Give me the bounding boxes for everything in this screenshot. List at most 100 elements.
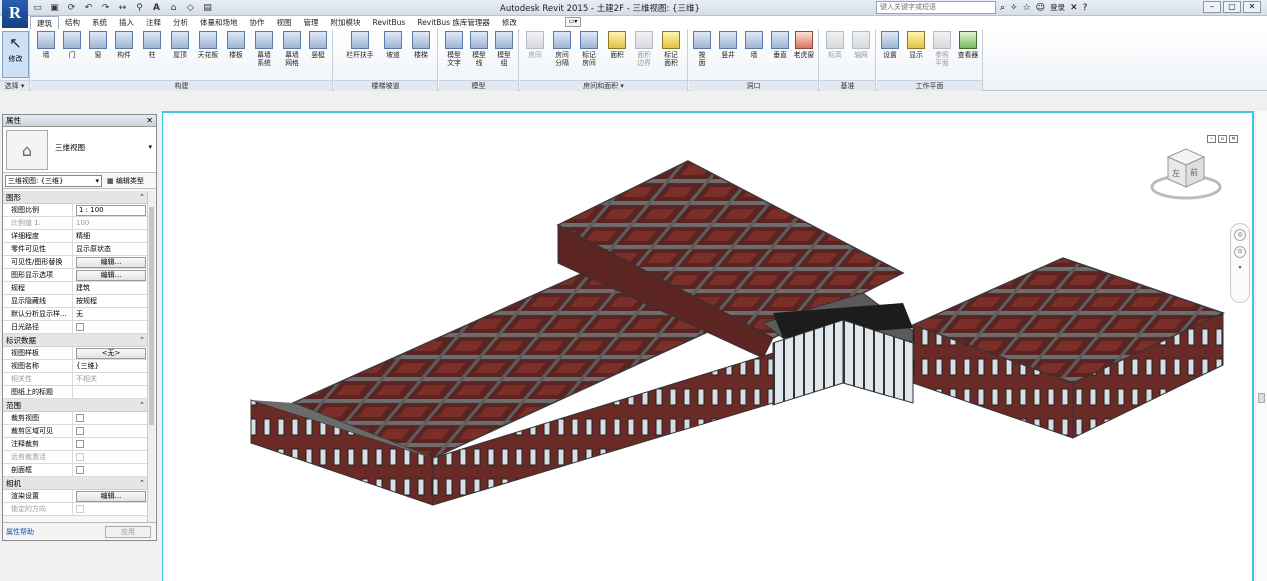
properties-scrollbar[interactable] (147, 191, 155, 522)
checkbox[interactable] (76, 323, 84, 331)
shaft-button[interactable]: 竖井 (715, 31, 741, 59)
area-button[interactable]: 面积 (604, 31, 630, 59)
close-icon[interactable]: ✕ (146, 115, 153, 127)
viewcube[interactable]: 左 前 (1148, 143, 1224, 203)
exchange-icon[interactable]: ✕ (1070, 3, 1078, 13)
checkbox[interactable] (76, 466, 84, 474)
wall-button[interactable]: 墙 (33, 31, 59, 59)
tab-annotate[interactable]: 注释 (140, 16, 167, 29)
property-value[interactable]: 建筑 (73, 282, 148, 294)
modify-button[interactable]: ↖ 修改 (2, 31, 29, 78)
tag-room-button[interactable]: 标记 房间 (576, 31, 602, 67)
tab-revitbus-library[interactable]: RevitBus 族库管理器 (411, 16, 496, 29)
set-workplane-button[interactable]: 设置 (877, 31, 903, 59)
property-value[interactable]: {三维} (73, 360, 148, 372)
tab-massing-site[interactable]: 体量和场地 (194, 16, 244, 29)
checkbox[interactable] (76, 414, 84, 422)
model-line-button[interactable]: 模型 线 (466, 31, 492, 67)
edit-button[interactable]: 编辑... (76, 257, 146, 268)
edit-button[interactable]: 编辑... (76, 491, 146, 502)
select-panel-label[interactable]: 选择 ▾ (0, 80, 29, 91)
component-button[interactable]: 构件 (111, 31, 137, 59)
instance-filter-dropdown[interactable]: 三维视图: {三维} ▾ (5, 175, 102, 187)
user-icon[interactable]: ☺ (1036, 3, 1045, 13)
tag-area-button[interactable]: 标记 面积 (658, 31, 684, 67)
switch-windows-icon[interactable]: ▤ (200, 2, 215, 14)
chevron-up-icon[interactable]: ⌃ (139, 399, 145, 412)
checkbox[interactable] (76, 505, 84, 513)
edit-type-button[interactable]: ▦ 编辑类型 (107, 176, 144, 186)
tag-icon[interactable]: ⚲ (132, 2, 147, 14)
edit-button[interactable]: 编辑... (76, 270, 146, 281)
property-group[interactable]: 范围 ⌃ (3, 399, 148, 412)
value-field[interactable]: 1 : 100 (76, 205, 146, 216)
property-value[interactable] (73, 386, 148, 398)
subscription-icon[interactable]: ✧ (1010, 3, 1018, 13)
view-close-button[interactable]: ✕ (1229, 135, 1238, 143)
show-workplane-button[interactable]: 显示 (903, 31, 929, 59)
curtain-system-button[interactable]: 幕墙 系统 (251, 31, 277, 67)
railing-button[interactable]: 栏杆扶手 (340, 31, 380, 59)
measure-icon[interactable]: ↔ (115, 2, 130, 14)
curtain-grid-button[interactable]: 幕墙 网格 (279, 31, 305, 67)
chevron-up-icon[interactable]: ⌃ (139, 191, 145, 204)
room-separator-button[interactable]: 房间 分隔 (549, 31, 575, 67)
navbar-menu-icon[interactable]: ▾ (1234, 263, 1246, 275)
chevron-down-icon[interactable]: ▾ (148, 143, 152, 151)
wall-opening-button[interactable]: 墙 (741, 31, 767, 59)
tab-addins[interactable]: 附加模块 (325, 16, 367, 29)
star-icon[interactable]: ☆ (1023, 3, 1031, 13)
maximize-button[interactable]: ▢ (1223, 1, 1241, 13)
tab-analyze[interactable]: 分析 (167, 16, 194, 29)
viewport-scrollbar[interactable] (1256, 111, 1267, 581)
edit-button[interactable]: <无> (76, 348, 146, 359)
property-value[interactable]: 100 (73, 217, 148, 229)
by-face-button[interactable]: 按 面 (689, 31, 715, 67)
checkbox[interactable] (76, 453, 84, 461)
roof-button[interactable]: 屋顶 (167, 31, 193, 59)
tab-insert[interactable]: 插入 (113, 16, 140, 29)
tab-collaborate[interactable]: 协作 (244, 16, 271, 29)
property-value[interactable]: 无 (73, 308, 148, 320)
viewer-button[interactable]: 查看器 (953, 31, 983, 59)
room-button[interactable]: 房间 (522, 31, 548, 59)
property-value[interactable]: 按规程 (73, 295, 148, 307)
chevron-up-icon[interactable]: ⌃ (139, 477, 145, 490)
sync-icon[interactable]: ⟳ (64, 2, 79, 14)
help-icon[interactable]: ? (1083, 3, 1088, 13)
checkbox[interactable] (76, 440, 84, 448)
view-minimize-button[interactable]: – (1207, 135, 1216, 143)
area-boundary-button[interactable]: 面积 边界 (631, 31, 657, 67)
vertical-button[interactable]: 垂直 (767, 31, 793, 59)
ceiling-button[interactable]: 天花板 (195, 31, 221, 59)
steering-wheel-icon[interactable]: ◎ (1234, 229, 1246, 241)
grid-button[interactable]: 轴网 (848, 31, 874, 59)
search-input[interactable]: 键入关键字或短语 (876, 1, 996, 14)
tab-revitbus[interactable]: RevitBus (367, 16, 412, 29)
property-value[interactable]: 不相关 (73, 373, 148, 385)
property-value[interactable]: 精细 (73, 230, 148, 242)
minimize-button[interactable]: – (1203, 1, 1221, 13)
type-selector[interactable]: ⌂ 三维视图 ▾ (3, 127, 156, 173)
property-group[interactable]: 标识数据 ⌃ (3, 334, 148, 347)
tab-architecture[interactable]: 建筑 (30, 16, 59, 29)
ribbon-minimize-button[interactable]: ▭▾ (565, 17, 581, 27)
checkbox[interactable] (76, 427, 84, 435)
ref-plane-button[interactable]: 参照 平面 (929, 31, 955, 67)
3d-icon[interactable]: ⌂ (166, 2, 181, 14)
app-menu-button[interactable]: R (2, 0, 28, 28)
tab-structure[interactable]: 结构 (59, 16, 86, 29)
3d-viewport[interactable]: – ▫ ✕ (162, 111, 1254, 581)
viewcube-front[interactable]: 前 (1190, 167, 1198, 177)
apply-button[interactable]: 应用 (105, 526, 151, 538)
login-button[interactable]: 登录 (1050, 2, 1065, 13)
undo-icon[interactable]: ↶ (81, 2, 96, 14)
property-group[interactable]: 图形 ⌃ (3, 191, 148, 204)
redo-icon[interactable]: ↷ (98, 2, 113, 14)
view-restore-button[interactable]: ▫ (1218, 135, 1227, 143)
properties-help-link[interactable]: 属性帮助 (6, 527, 34, 537)
column-button[interactable]: 柱 (139, 31, 165, 59)
section-icon[interactable]: ◇ (183, 2, 198, 14)
tab-manage[interactable]: 管理 (298, 16, 325, 29)
stair-button[interactable]: 楼梯 (408, 31, 434, 59)
